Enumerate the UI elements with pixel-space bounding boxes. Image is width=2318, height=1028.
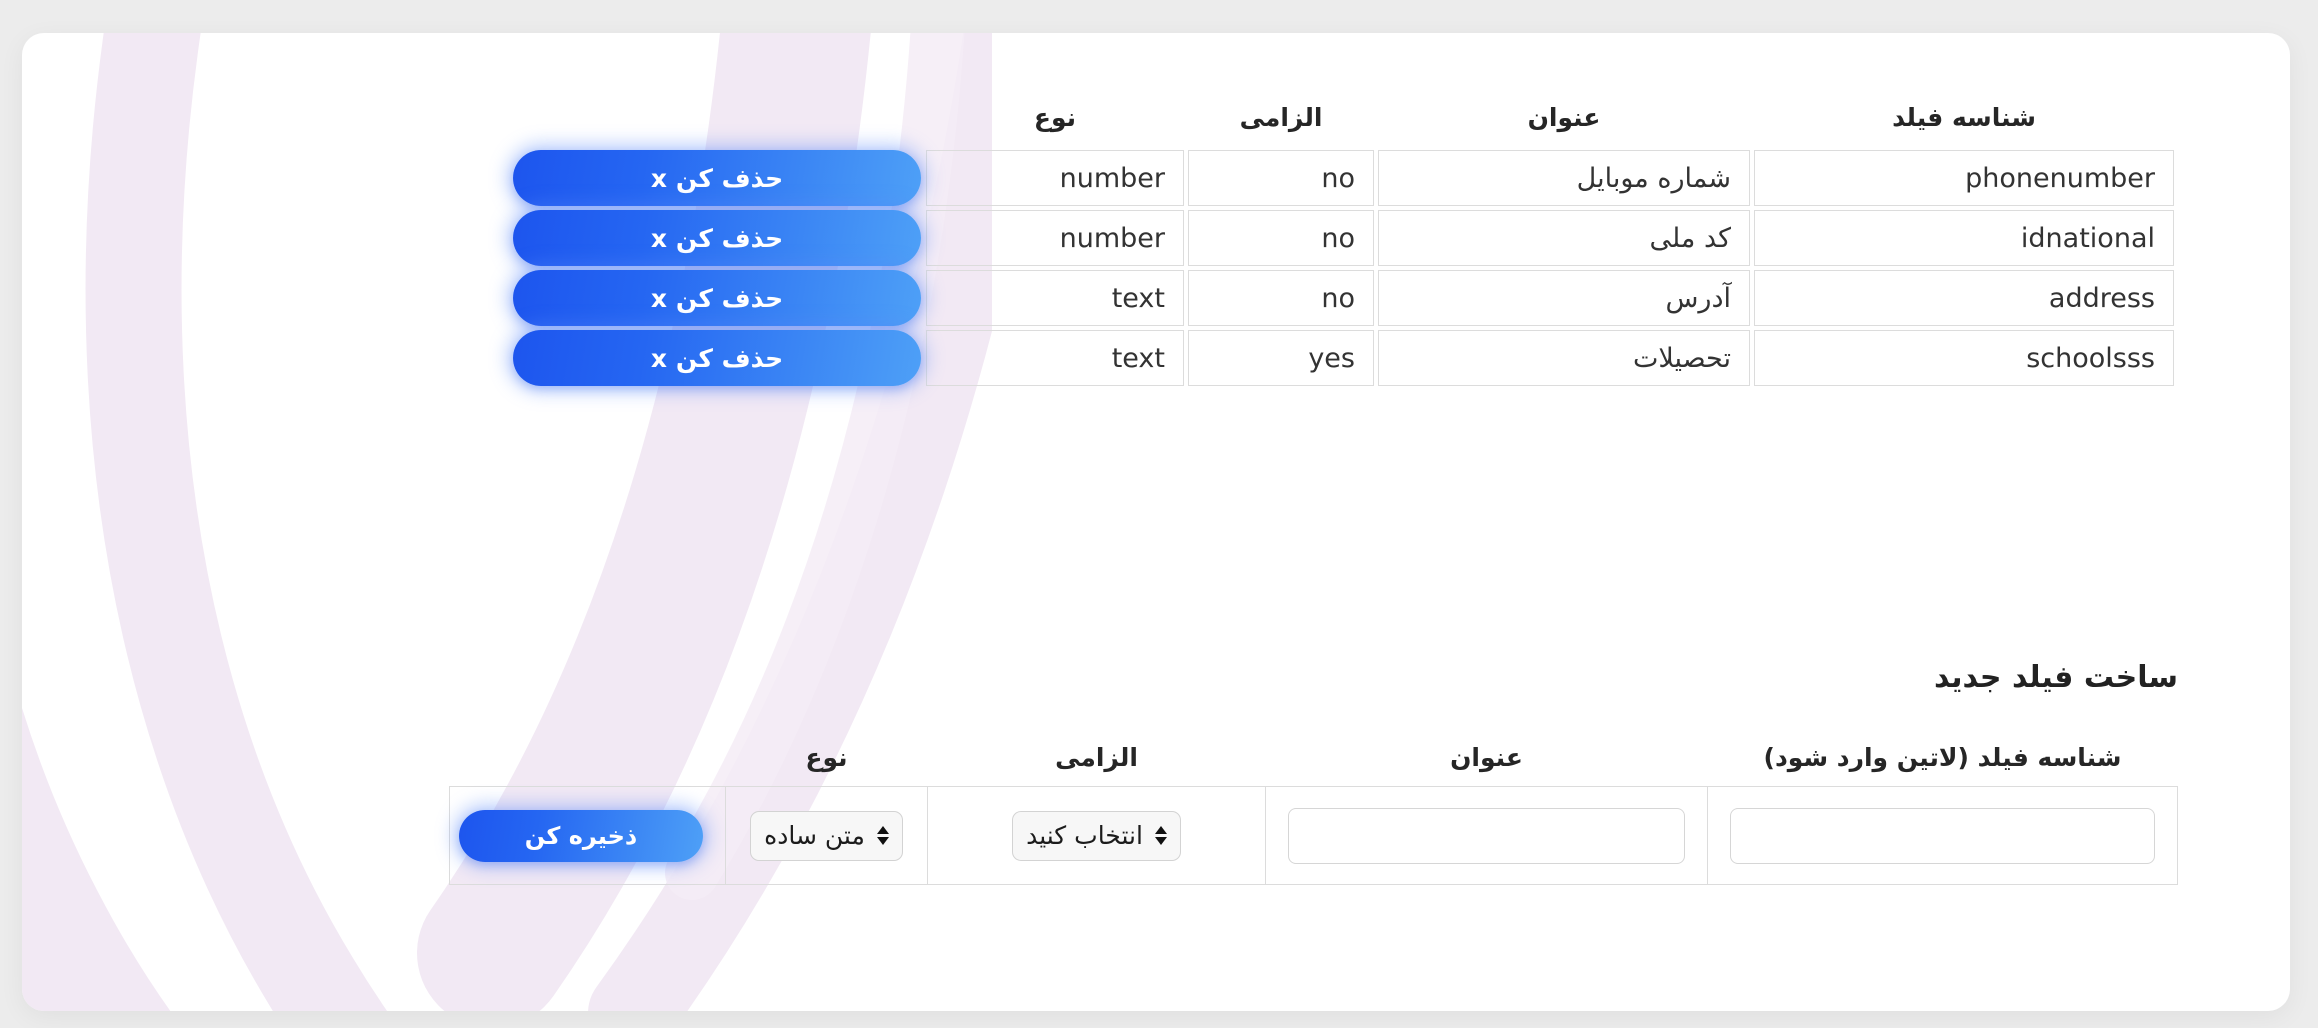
fields-table: شناسه فیلد عنوان الزامی نوع phonenumber …: [508, 99, 2178, 390]
new-field-input-row: انتخاب کنید متن ساده ذخیره کن: [449, 786, 2178, 885]
cell-required: yes: [1188, 330, 1374, 386]
cell-action: حذف کن x: [512, 150, 922, 206]
new-field-column-header-required: الزامی: [1055, 743, 1138, 772]
new-field-column-header-field-id: شناسه فیلد (لاتین وارد شود): [1763, 743, 2122, 772]
table-row: phonenumber شماره موبایل no number حذف ک…: [512, 150, 2174, 206]
new-field-required-select[interactable]: انتخاب کنید: [1012, 810, 1181, 861]
column-header-field-id: شناسه فیلد: [1892, 103, 2036, 132]
new-field-type-cell: متن ساده: [725, 786, 928, 885]
cell-title: تحصیلات: [1378, 330, 1750, 386]
new-field-section-heading: ساخت فیلد جدید: [1933, 660, 2178, 695]
new-field-column-header-title: عنوان: [1450, 743, 1523, 772]
cell-type: number: [926, 150, 1184, 206]
new-field-action-cell: ذخیره کن: [449, 786, 726, 885]
new-field-required-cell: انتخاب کنید: [927, 786, 1266, 885]
cell-type: text: [926, 270, 1184, 326]
page-content: شناسه فیلد عنوان الزامی نوع phonenumber …: [22, 33, 2290, 1011]
cell-required: no: [1188, 210, 1374, 266]
cell-type: text: [926, 330, 1184, 386]
new-field-required-select-label: انتخاب کنید: [1026, 821, 1143, 850]
cell-field-id: schoolsss: [1754, 330, 2174, 386]
new-field-id-cell: [1707, 786, 2178, 885]
delete-field-button[interactable]: حذف کن x: [513, 210, 921, 266]
new-field-header-row: شناسه فیلد (لاتین وارد شود) عنوان الزامی…: [450, 743, 2178, 787]
cell-type: number: [926, 210, 1184, 266]
cell-title: آدرس: [1378, 270, 1750, 326]
delete-field-button[interactable]: حذف کن x: [513, 330, 921, 386]
new-field-column-header-type: نوع: [805, 743, 848, 772]
column-header-title: عنوان: [1527, 103, 1601, 132]
page-card: شناسه فیلد عنوان الزامی نوع phonenumber …: [22, 33, 2290, 1011]
cell-field-id: address: [1754, 270, 2174, 326]
new-field-type-select-label: متن ساده: [764, 821, 865, 850]
cell-required: no: [1188, 150, 1374, 206]
sort-updown-icon: [1154, 826, 1167, 845]
cell-field-id: phonenumber: [1754, 150, 2174, 206]
new-field-title-input[interactable]: [1288, 807, 1685, 864]
cell-action: حذف کن x: [512, 210, 922, 266]
column-header-action: [512, 103, 922, 146]
table-row: address آدرس no text حذف کن x: [512, 270, 2174, 326]
new-field-form-table: شناسه فیلد (لاتین وارد شود) عنوان الزامی…: [449, 743, 2178, 885]
cell-field-id: idnational: [1754, 210, 2174, 266]
save-field-button[interactable]: ذخیره کن: [459, 809, 703, 862]
cell-title: شماره موبایل: [1378, 150, 1750, 206]
fields-table-header-row: شناسه فیلد عنوان الزامی نوع: [512, 103, 2174, 146]
delete-field-button[interactable]: حذف کن x: [513, 150, 921, 206]
new-field-title-cell: [1265, 786, 1708, 885]
new-field-id-input[interactable]: [1730, 807, 2155, 864]
column-header-type: نوع: [1033, 103, 1077, 132]
table-row: schoolsss تحصیلات yes text حذف کن x: [512, 330, 2174, 386]
new-field-type-select[interactable]: متن ساده: [750, 810, 903, 861]
delete-field-button[interactable]: حذف کن x: [513, 270, 921, 326]
cell-required: no: [1188, 270, 1374, 326]
new-field-column-header-action: [450, 743, 726, 787]
sort-updown-icon: [876, 826, 889, 845]
cell-action: حذف کن x: [512, 270, 922, 326]
table-row: idnational کد ملی no number حذف کن x: [512, 210, 2174, 266]
cell-action: حذف کن x: [512, 330, 922, 386]
cell-title: کد ملی: [1378, 210, 1750, 266]
column-header-required: الزامی: [1239, 103, 1323, 132]
